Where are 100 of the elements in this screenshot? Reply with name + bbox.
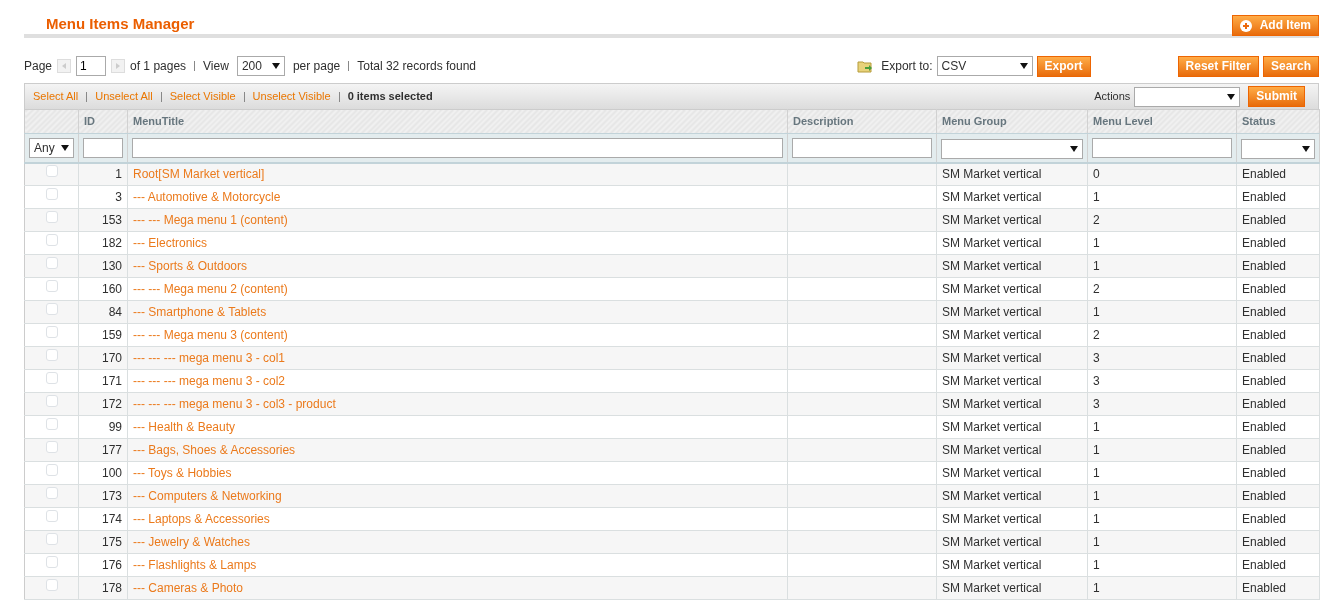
group-cell: SM Market vertical	[936, 208, 1088, 232]
menu-title-link[interactable]: --- --- Mega menu 2 (content)	[133, 282, 288, 296]
row-checkbox[interactable]	[45, 487, 58, 499]
menu-title-link[interactable]: --- --- Mega menu 1 (content)	[133, 213, 288, 227]
column-header[interactable]: Status	[1236, 109, 1320, 134]
row-checkbox[interactable]	[45, 303, 58, 315]
row-checkbox[interactable]	[45, 234, 58, 246]
add-item-button[interactable]: Add Item	[1231, 15, 1319, 36]
level-cell: 1	[1087, 461, 1237, 485]
status-cell: Enabled	[1236, 323, 1320, 347]
row-checkbox[interactable]	[45, 464, 58, 476]
menu-title-link[interactable]: --- Jewelry & Watches	[133, 535, 250, 549]
export-button[interactable]: Export	[1036, 55, 1091, 77]
menu-title-link[interactable]: Root[SM Market vertical]	[133, 167, 265, 182]
select-link[interactable]: Select Visible	[169, 88, 236, 105]
menu-title-link[interactable]: --- Laptops & Accessories	[133, 512, 270, 526]
row-checkbox[interactable]	[45, 418, 58, 430]
menu-title-link[interactable]: --- --- --- mega menu 3 - col3 - product	[133, 397, 336, 411]
group-cell: SM Market vertical	[936, 254, 1088, 278]
row-checkbox[interactable]	[45, 211, 58, 223]
menu-title-link[interactable]: --- Smartphone & Tablets	[133, 305, 267, 319]
menu-title-link[interactable]: --- Bags, Shoes & Accessories	[133, 443, 296, 457]
group-cell: SM Market vertical	[936, 185, 1088, 209]
filter-field[interactable]	[132, 137, 783, 158]
submit-button[interactable]: Submit	[1248, 86, 1305, 107]
group-cell: SM Market vertical	[936, 461, 1088, 485]
view-label: View	[203, 58, 229, 75]
id-cell: 99	[78, 415, 128, 439]
export-format-select[interactable]: CSV	[936, 56, 1033, 76]
menu-title-link[interactable]: --- Sports & Outdoors	[133, 259, 248, 273]
level-cell: 1	[1087, 254, 1237, 278]
group-cell: SM Market vertical	[936, 300, 1088, 324]
caret-icon	[1070, 146, 1078, 153]
menu-title-link[interactable]: --- Health & Beauty	[133, 420, 236, 434]
filter-field[interactable]	[83, 137, 123, 158]
column-header[interactable]: ID	[78, 109, 128, 134]
row-checkbox[interactable]	[45, 395, 58, 407]
row-checkbox[interactable]	[45, 188, 58, 200]
group-cell: SM Market vertical	[936, 323, 1088, 347]
level-cell: 3	[1087, 392, 1237, 416]
reset-filter-button[interactable]: Reset Filter	[1177, 55, 1259, 77]
column-header[interactable]: MenuTitle	[127, 109, 788, 134]
filter-select[interactable]	[1241, 139, 1315, 160]
filter-select[interactable]	[941, 139, 1083, 160]
level-cell: 1	[1087, 185, 1237, 209]
column-header[interactable]: Description	[787, 109, 937, 134]
filter-field[interactable]	[792, 137, 932, 158]
previous-page-icon[interactable]	[57, 59, 72, 73]
menu-title-link[interactable]: --- --- Mega menu 3 (content)	[133, 328, 288, 342]
level-cell: 2	[1087, 277, 1237, 301]
caret-icon	[61, 144, 69, 151]
status-cell: Enabled	[1236, 231, 1320, 255]
row-checkbox[interactable]	[45, 579, 58, 591]
select-link[interactable]: Unselect All	[95, 88, 153, 105]
export-label: Export to:	[881, 58, 933, 75]
level-cell: 2	[1087, 323, 1237, 347]
level-cell: 1	[1087, 576, 1237, 600]
search-button[interactable]: Search	[1262, 55, 1319, 77]
level-cell: 2	[1087, 208, 1237, 232]
group-cell: SM Market vertical	[936, 438, 1088, 462]
actions-select[interactable]	[1134, 86, 1241, 107]
menu-title-link[interactable]: --- Toys & Hobbies	[133, 466, 232, 480]
row-checkbox[interactable]	[45, 280, 58, 292]
menu-title-link[interactable]: --- Flashlights & Lamps	[133, 558, 257, 572]
group-cell: SM Market vertical	[936, 507, 1088, 531]
per-page-select[interactable]: 200	[236, 56, 285, 76]
filter-select[interactable]: Any	[29, 137, 74, 158]
row-checkbox[interactable]	[45, 441, 58, 453]
row-checkbox[interactable]	[45, 556, 58, 568]
row-checkbox[interactable]	[45, 372, 58, 384]
level-cell: 1	[1087, 438, 1237, 462]
row-checkbox[interactable]	[45, 349, 58, 361]
menu-title-link[interactable]: --- Computers & Networking	[133, 489, 282, 503]
row-checkbox[interactable]	[45, 533, 58, 545]
menu-title-link[interactable]: --- Electronics	[133, 236, 207, 250]
records-total: Total 32 records found	[357, 58, 476, 75]
menu-title-link[interactable]: --- Automotive & Motorcycle	[133, 190, 281, 204]
selected-count: 0 items selected	[347, 89, 433, 105]
select-link[interactable]: Select All	[33, 88, 79, 105]
level-cell: 1	[1087, 415, 1237, 439]
level-cell: 1	[1087, 300, 1237, 324]
select-link[interactable]: Unselect Visible	[252, 88, 331, 105]
page-field[interactable]: 1	[76, 56, 107, 76]
page-label: Page	[24, 58, 53, 75]
column-header[interactable]: Menu Level	[1087, 109, 1237, 134]
row-checkbox[interactable]	[45, 510, 58, 522]
status-cell: Enabled	[1236, 415, 1320, 439]
menu-title-link[interactable]: --- Cameras & Photo	[133, 581, 244, 595]
status-cell: Enabled	[1236, 553, 1320, 577]
caret-icon	[1302, 146, 1310, 153]
level-cell: 1	[1087, 484, 1237, 508]
row-checkbox[interactable]	[45, 257, 58, 269]
menu-title-link[interactable]: --- --- --- mega menu 3 - col1	[133, 351, 286, 365]
row-checkbox[interactable]	[45, 165, 58, 178]
column-header[interactable]: Menu Group	[936, 109, 1088, 134]
row-checkbox[interactable]	[45, 326, 58, 338]
next-page-icon[interactable]	[111, 59, 126, 73]
filter-field[interactable]	[1092, 137, 1232, 158]
menu-title-link[interactable]: --- --- --- mega menu 3 - col2	[133, 374, 286, 388]
id-cell: 159	[78, 323, 128, 347]
